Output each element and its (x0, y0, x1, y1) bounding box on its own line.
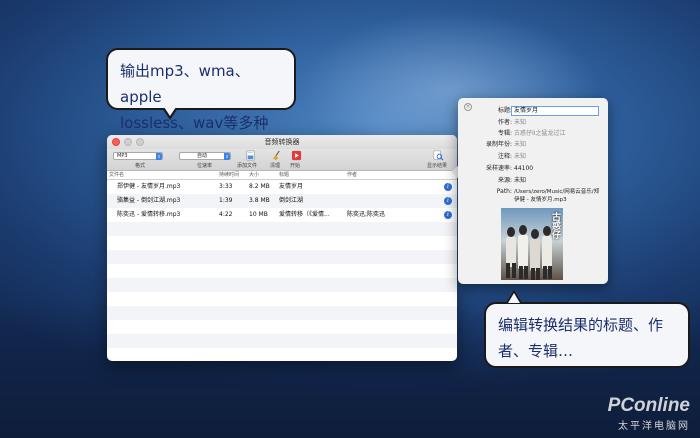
format-select[interactable]: MP3 ⇕ (113, 152, 163, 160)
clear-label: 清理 (270, 163, 281, 169)
window-titlebar[interactable]: 音频转换器 (107, 135, 457, 149)
minimize-button[interactable] (124, 138, 132, 146)
format-select-value: MP3 (117, 153, 128, 159)
format-label: 格式 (135, 163, 146, 169)
field-title-label: 标题: (497, 107, 512, 114)
field-title: 标题: 友情岁月 (458, 106, 608, 116)
field-album: 专辑: 古惑仔II之猛龙过江 (458, 129, 608, 139)
empty-row (107, 320, 457, 334)
window-title: 音频转换器 (264, 138, 300, 146)
field-author: 作者: 未知 (458, 118, 608, 128)
magnifier-icon[interactable] (433, 150, 444, 161)
comment-input[interactable]: 未知 (514, 152, 526, 162)
callout-tail-inner (164, 107, 176, 116)
field-source-label: 来源: (497, 177, 512, 184)
empty-row (107, 222, 457, 236)
watermark-logo: PConline (607, 395, 690, 416)
row-title: 爱情转移（《爱情... (279, 211, 330, 218)
field-comment-label: 注释: (497, 153, 512, 160)
column-size[interactable]: 大小 (247, 171, 277, 179)
empty-row (107, 250, 457, 264)
row-filename: 骆集益 - 倒剑江湖.mp3 (117, 197, 181, 204)
field-source: 来源: 未知 (458, 176, 608, 186)
table-row[interactable]: 郑伊健 - 友情岁月.mp3 3:33 8.2 MB 友情岁月 i (107, 180, 457, 194)
field-sample-rate-label: 采样速率: (485, 165, 512, 172)
field-path: Path: /Users/zero/Music/网易云音乐/郑伊健 - 友情岁月… (458, 187, 608, 203)
row-author: 陈奕迅;陈奕迅 (347, 211, 386, 218)
column-duration[interactable]: 持续时间 (217, 171, 247, 179)
path-value: /Users/zero/Music/网易云音乐/郑伊健 - 友情岁月.mp3 (514, 189, 600, 203)
broom-icon[interactable] (271, 150, 282, 161)
column-filename[interactable]: 文件名 (107, 171, 217, 179)
source-value: 未知 (514, 177, 527, 184)
bitrate-select[interactable]: 自动 ⇕ (179, 152, 231, 160)
bitrate-label: 位速率 (197, 163, 213, 169)
play-icon[interactable] (291, 150, 302, 161)
title-input[interactable]: 友情岁月 (511, 106, 599, 116)
chevron-updown-icon: ⇕ (224, 153, 230, 160)
add-file-icon[interactable] (245, 150, 256, 161)
row-size: 8.2 MB (249, 183, 270, 190)
row-title: 倒剑江湖 (279, 197, 304, 204)
row-duration: 3:33 (219, 183, 233, 190)
field-sample-rate: 采样速率: 44100 (458, 164, 608, 174)
row-size: 10 MB (249, 211, 268, 218)
bitrate-select-value: 自动 (197, 153, 208, 159)
field-year: 录制年份: 未知 (458, 140, 608, 150)
empty-row (107, 306, 457, 320)
add-file-label: 添加文件 (237, 163, 258, 169)
column-author[interactable]: 作者 (345, 171, 417, 179)
row-size: 3.8 MB (249, 197, 270, 204)
field-path-label: Path: (496, 188, 512, 195)
year-input[interactable]: 未知 (514, 140, 526, 150)
field-comment: 注释: 未知 (458, 152, 608, 162)
converter-window: 音频转换器 MP3 ⇕ 格式 自动 ⇕ 位速率 添加文件 清理 开始 显示结果 … (107, 135, 457, 361)
chevron-updown-icon: ⇕ (156, 153, 162, 160)
album-cover-title: 古惑仔 (550, 212, 560, 239)
watermark-subtitle: 太平洋电脑网 (618, 421, 690, 432)
sample-rate-value: 44100 (514, 165, 534, 172)
start-label: 开始 (290, 163, 301, 169)
toolbar: MP3 ⇕ 格式 自动 ⇕ 位速率 添加文件 清理 开始 显示结果 (107, 149, 457, 171)
field-author-label: 作者: (497, 119, 512, 126)
info-icon[interactable]: i (444, 211, 452, 219)
table-row[interactable]: 骆集益 - 倒剑江湖.mp3 1:39 3.8 MB 倒剑江湖 i (107, 194, 457, 208)
info-icon[interactable]: i (444, 183, 452, 191)
empty-row (107, 292, 457, 306)
callout-edit-metadata: 编辑转换结果的标题、作 者、专辑… (484, 302, 690, 368)
file-list: 郑伊健 - 友情岁月.mp3 3:33 8.2 MB 友情岁月 i 骆集益 - … (107, 180, 457, 348)
zoom-button[interactable] (136, 138, 144, 146)
row-filename: 陈奕迅 - 爱情转移.mp3 (117, 211, 181, 218)
empty-row (107, 334, 457, 348)
close-button[interactable] (112, 138, 120, 146)
author-input[interactable]: 未知 (514, 118, 526, 128)
field-year-label: 录制年份: (485, 141, 512, 148)
row-title: 友情岁月 (279, 183, 304, 190)
row-duration: 1:39 (219, 197, 233, 204)
show-results-label: 显示结果 (427, 163, 448, 169)
callout-edit-line-1: 编辑转换结果的标题、作 (498, 316, 664, 334)
row-filename: 郑伊健 - 友情岁月.mp3 (117, 183, 181, 190)
callout-formats-line-1: 输出mp3、wma、apple (120, 62, 250, 106)
row-author (345, 194, 417, 208)
empty-row (107, 236, 457, 250)
callout-formats: 输出mp3、wma、apple lossless、wav等多种格式 (106, 48, 296, 158)
empty-row (107, 264, 457, 278)
column-title[interactable]: 标题 (277, 171, 345, 179)
empty-row (107, 278, 457, 292)
metadata-popover: × 标题: 友情岁月 作者: 未知 专辑: 古惑仔II之猛龙过江 录制年份: 未… (458, 98, 608, 284)
row-author (345, 180, 417, 194)
watermark: PConline 太平洋电脑网 (608, 395, 690, 432)
album-input[interactable]: 古惑仔II之猛龙过江 (514, 129, 566, 139)
row-duration: 4:22 (219, 211, 233, 218)
album-cover: 古惑仔 (501, 208, 563, 280)
info-icon[interactable]: i (444, 197, 452, 205)
callout-tail-inner (508, 293, 520, 303)
table-header: 文件名 持续时间 大小 标题 作者 (107, 171, 457, 180)
field-album-label: 专辑: (497, 130, 512, 137)
callout-edit-line-2: 者、专辑… (498, 342, 574, 360)
table-row[interactable]: 陈奕迅 - 爱情转移.mp3 4:22 10 MB 爱情转移（《爱情... 陈奕… (107, 208, 457, 222)
